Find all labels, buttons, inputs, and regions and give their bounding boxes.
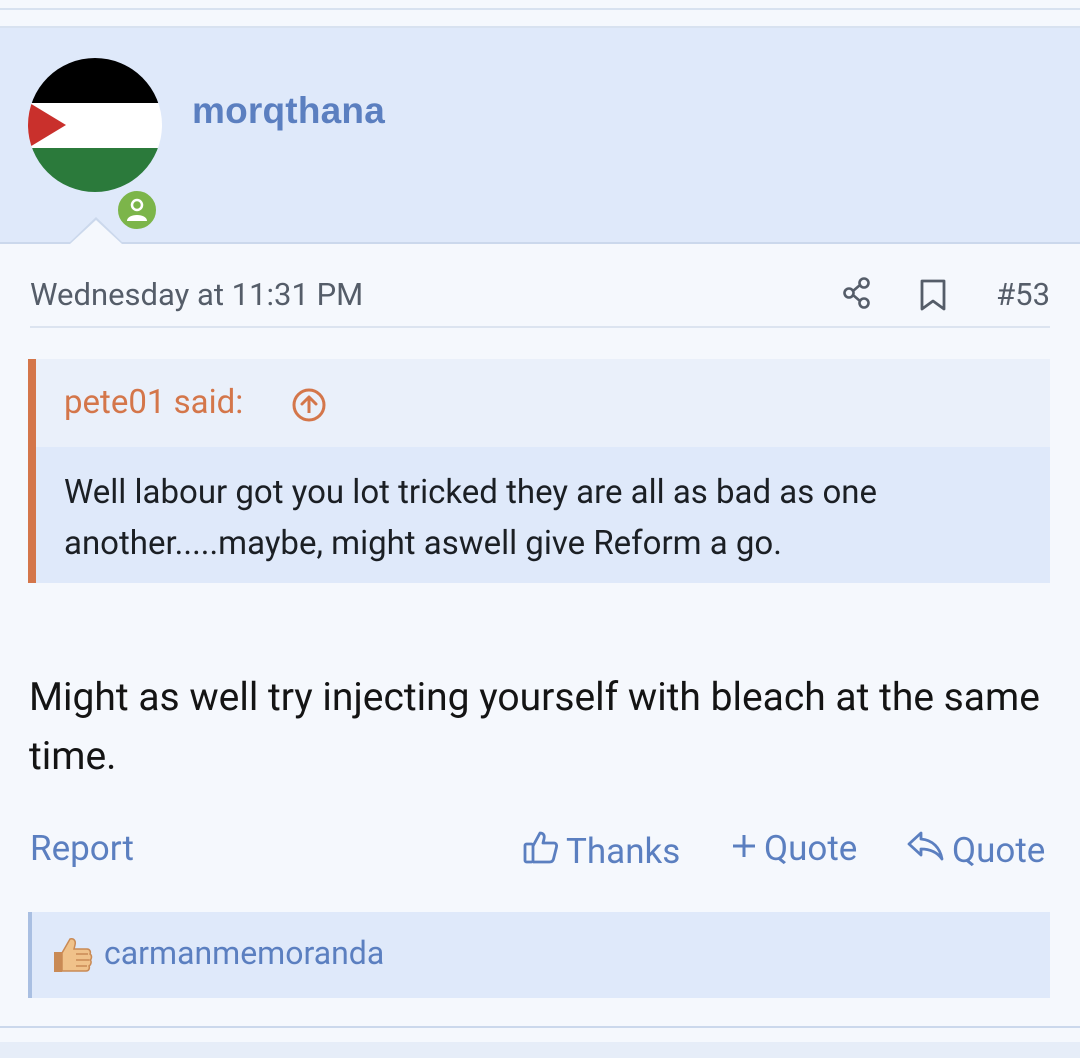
thumbs-up-outline-icon (522, 828, 560, 875)
reactions-bar: carmanmemoranda (28, 912, 1050, 998)
arrow-up-circle-icon[interactable] (291, 387, 327, 427)
multi-quote-button[interactable]: Quote (730, 828, 857, 869)
post-username[interactable]: morqthana (192, 90, 385, 132)
post: morqthana Wednesday at 11:31 PM #53 pete… (0, 28, 1080, 1028)
plus-icon (730, 828, 758, 869)
thumbs-up-emoji-icon (50, 932, 94, 980)
quote-text: Well labour got you lot tricked they are… (36, 447, 1050, 583)
post-message: Might as well try injecting yourself wit… (29, 674, 1040, 779)
quote-block: pete01 said: Well labour got you lot tri… (28, 359, 1050, 583)
reply-arrow-icon (906, 828, 946, 873)
header-pointer (70, 220, 122, 244)
user-header: morqthana (0, 28, 1080, 244)
quote-header: pete01 said: (36, 359, 1050, 447)
post-meta-row: Wednesday at 11:31 PM #53 (30, 272, 1050, 328)
reply-quote-button[interactable]: Quote (906, 828, 1045, 873)
quote-author[interactable]: pete01 said: (64, 383, 243, 422)
palestine-flag-avatar[interactable] (28, 58, 162, 192)
report-link[interactable]: Report (30, 828, 134, 869)
post-number-link[interactable]: #53 (996, 276, 1050, 313)
thanks-button[interactable]: Thanks (522, 828, 680, 875)
top-strip (0, 0, 1080, 28)
reaction-user-link[interactable]: carmanmemoranda (104, 934, 384, 972)
share-icon[interactable] (840, 276, 874, 314)
post-actions: Report Thanks Quote Quote (30, 828, 1050, 872)
bookmark-icon[interactable] (918, 278, 948, 316)
reply-quote-label: Quote (952, 830, 1046, 871)
multi-quote-label: Quote (764, 828, 858, 869)
post-timestamp[interactable]: Wednesday at 11:31 PM (30, 276, 363, 313)
bottom-strip (0, 1026, 1080, 1058)
thanks-label: Thanks (566, 831, 681, 872)
